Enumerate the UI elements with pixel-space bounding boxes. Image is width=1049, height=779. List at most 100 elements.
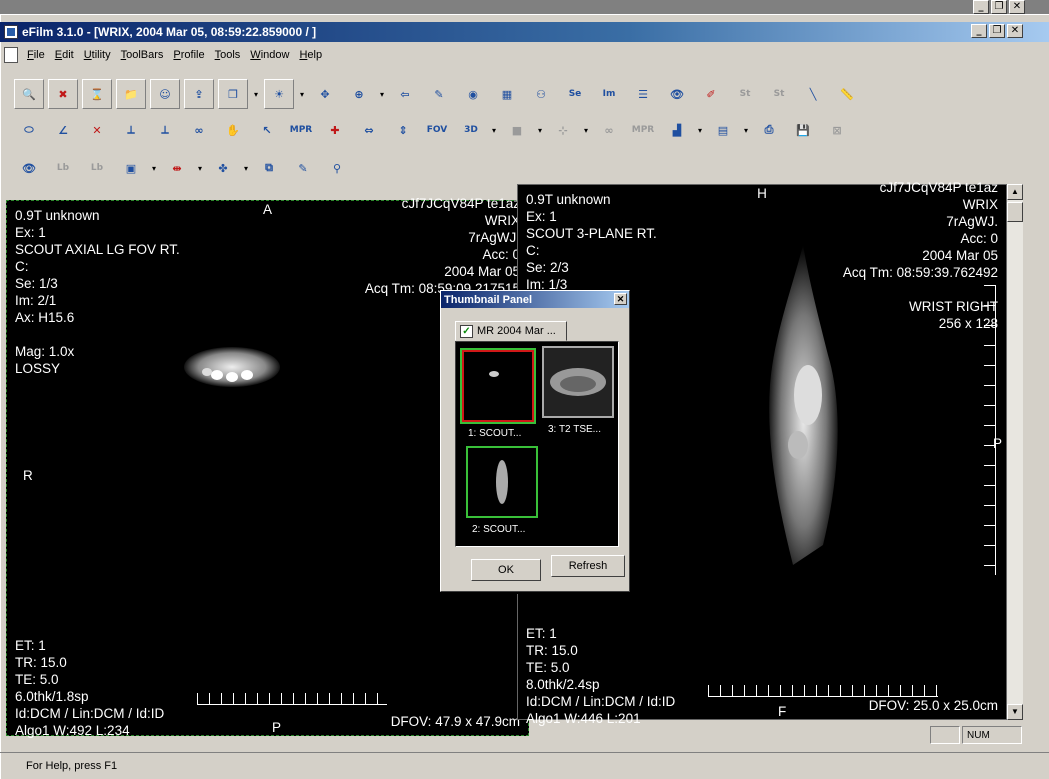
mdi-minimize-button[interactable]: _ <box>973 0 989 14</box>
line-measure-icon[interactable]: ╲ <box>798 79 828 109</box>
stack-icon[interactable]: ⧉ <box>254 153 284 183</box>
split-icon[interactable]: ⇹ <box>162 153 192 183</box>
dropdown-arrow-icon[interactable]: ▾ <box>378 90 386 99</box>
person-icon[interactable]: ⚲ <box>322 153 352 183</box>
3d-icon[interactable]: 3D <box>456 115 486 145</box>
mpr-icon[interactable]: MPR <box>286 115 316 145</box>
hourglass-icon[interactable]: ⌛ <box>82 79 112 109</box>
window-layout-icon[interactable]: ❐ <box>218 79 248 109</box>
refresh-button[interactable]: Refresh <box>551 555 625 577</box>
document-icon[interactable] <box>4 47 18 63</box>
study-checkbox[interactable]: ✓ <box>460 324 473 338</box>
mdi-restore-button[interactable]: ❐ <box>991 0 1007 14</box>
toolbar-row-3: 👁 Lb Lb ▣ ▾ ⇹ ▾ ✤ ▾ ⧉ ✎ ⚲ <box>14 150 352 186</box>
compare-icon[interactable]: ⚇ <box>526 79 556 109</box>
scout-line-icon[interactable]: ⟂ <box>116 115 146 145</box>
thumbnail-1[interactable] <box>460 348 536 424</box>
menu-window[interactable]: Window <box>245 49 294 61</box>
menu-help[interactable]: Help <box>294 49 327 61</box>
zoom-icon[interactable]: ⊕ <box>344 79 374 109</box>
mdi-close-button[interactable]: ✕ <box>1009 0 1025 14</box>
overlay-line: Se: 1/3 <box>15 276 58 291</box>
dropdown-arrow-icon[interactable]: ▾ <box>252 90 260 99</box>
minimize-button[interactable]: _ <box>971 24 987 38</box>
dropdown-arrow-icon[interactable]: ▾ <box>242 164 250 173</box>
close-button[interactable]: ✕ <box>1007 24 1023 38</box>
pointer-icon[interactable]: ↖ <box>252 115 282 145</box>
ruler-icon[interactable]: 📏 <box>832 79 862 109</box>
dropdown-arrow-icon[interactable]: ▾ <box>490 126 498 135</box>
print-icon[interactable]: ⎙ <box>754 115 784 145</box>
vertical-scrollbar[interactable]: ▲ ▼ <box>1007 184 1023 720</box>
export-icon[interactable]: ⇪ <box>184 79 214 109</box>
menu-tools[interactable]: Tools <box>210 49 246 61</box>
back-arrow-icon[interactable]: ⇦ <box>390 79 420 109</box>
dropdown-arrow-icon[interactable]: ▾ <box>536 126 544 135</box>
scrollbar-thumb[interactable] <box>1007 202 1023 222</box>
angle-icon[interactable]: ∠ <box>48 115 78 145</box>
flip-vertical-icon[interactable]: ⇕ <box>388 115 418 145</box>
ellipse-roi-icon[interactable]: ⬭ <box>14 115 44 145</box>
title-bar[interactable]: eFilm 3.1.0 - [WRIX, 2004 Mar 05, 08:59:… <box>0 22 1049 42</box>
thumbnail-panel-dialog: Thumbnail Panel ✕ ✓ MR 2004 Mar ... 1: S… <box>440 290 630 592</box>
report-icon[interactable]: ☰ <box>628 79 658 109</box>
glasses-icon[interactable]: ∞ <box>594 115 624 145</box>
grid-icon[interactable]: ▦ <box>492 79 522 109</box>
cross-reference-icon[interactable]: ✕ <box>82 115 112 145</box>
next-study-icon[interactable]: St <box>764 79 794 109</box>
close-study-icon[interactable]: ⊠ <box>822 115 852 145</box>
cine-icon[interactable]: ◉ <box>458 79 488 109</box>
link-icon[interactable]: ∞ <box>184 115 214 145</box>
dropdown-arrow-icon[interactable]: ▾ <box>196 164 204 173</box>
thumbnail-2[interactable] <box>466 446 538 518</box>
erase-icon[interactable]: ✐ <box>696 79 726 109</box>
prev-label-icon[interactable]: Lb <box>48 153 78 183</box>
pan-icon[interactable]: ✥ <box>310 79 340 109</box>
prev-study-icon[interactable]: St <box>730 79 760 109</box>
menu-utility[interactable]: Utility <box>79 49 116 61</box>
menu-edit[interactable]: Edit <box>50 49 79 61</box>
menu-toolbars[interactable]: ToolBars <box>116 49 169 61</box>
dropdown-arrow-icon[interactable]: ▾ <box>582 126 590 135</box>
filter-icon[interactable]: ▤ <box>708 115 738 145</box>
fov-icon[interactable]: FOV <box>422 115 452 145</box>
review-icon[interactable]: ✎ <box>288 153 318 183</box>
hand-link-icon[interactable]: ✋ <box>218 115 248 145</box>
dropdown-arrow-icon[interactable]: ▾ <box>696 126 704 135</box>
monitor-icon[interactable]: ▣ <box>116 153 146 183</box>
dialog-close-icon[interactable]: ✕ <box>614 293 627 305</box>
study-tab[interactable]: ✓ MR 2004 Mar ... <box>455 321 567 341</box>
menu-file[interactable]: File <box>22 49 50 61</box>
image-icon[interactable]: Im <box>594 79 624 109</box>
ok-button[interactable]: OK <box>471 559 541 581</box>
next-label-icon[interactable]: Lb <box>82 153 112 183</box>
flip-horizontal-icon[interactable]: ⇔ <box>354 115 384 145</box>
mpr-cross-icon[interactable]: ✚ <box>320 115 350 145</box>
scroll-down-icon[interactable]: ▼ <box>1007 704 1023 720</box>
save-icon[interactable]: 💾 <box>788 115 818 145</box>
scout-all-icon[interactable]: ⟂ <box>150 115 180 145</box>
folder-icon[interactable]: 📁 <box>116 79 146 109</box>
annotate-icon[interactable]: ✎ <box>424 79 454 109</box>
menu-profile[interactable]: Profile <box>168 49 209 61</box>
color-box-icon[interactable]: ■ <box>502 115 532 145</box>
dropdown-arrow-icon[interactable]: ▾ <box>150 164 158 173</box>
window-level-icon[interactable]: ☀ <box>264 79 294 109</box>
point-icon[interactable]: ⊹ <box>548 115 578 145</box>
open-study-icon[interactable]: 🔍 <box>14 79 44 109</box>
histogram-icon[interactable]: ▟ <box>662 115 692 145</box>
restore-button[interactable]: ❐ <box>989 24 1005 38</box>
app-icon[interactable] <box>4 25 18 39</box>
dropdown-arrow-icon[interactable]: ▾ <box>742 126 750 135</box>
scroll-up-icon[interactable]: ▲ <box>1007 184 1023 200</box>
thumbnail-3[interactable] <box>542 346 614 418</box>
dropdown-arrow-icon[interactable]: ▾ <box>298 90 306 99</box>
eye-icon[interactable]: 👁 <box>662 79 692 109</box>
patient-icon[interactable]: ☺ <box>150 79 180 109</box>
puzzle-icon[interactable]: ✤ <box>208 153 238 183</box>
delete-icon[interactable]: ✖ <box>48 79 78 109</box>
mpr-disabled-icon[interactable]: MPR <box>628 115 658 145</box>
dialog-title-bar[interactable]: Thumbnail Panel ✕ <box>441 291 629 308</box>
view-icon[interactable]: 👁 <box>14 153 44 183</box>
series-icon[interactable]: Se <box>560 79 590 109</box>
